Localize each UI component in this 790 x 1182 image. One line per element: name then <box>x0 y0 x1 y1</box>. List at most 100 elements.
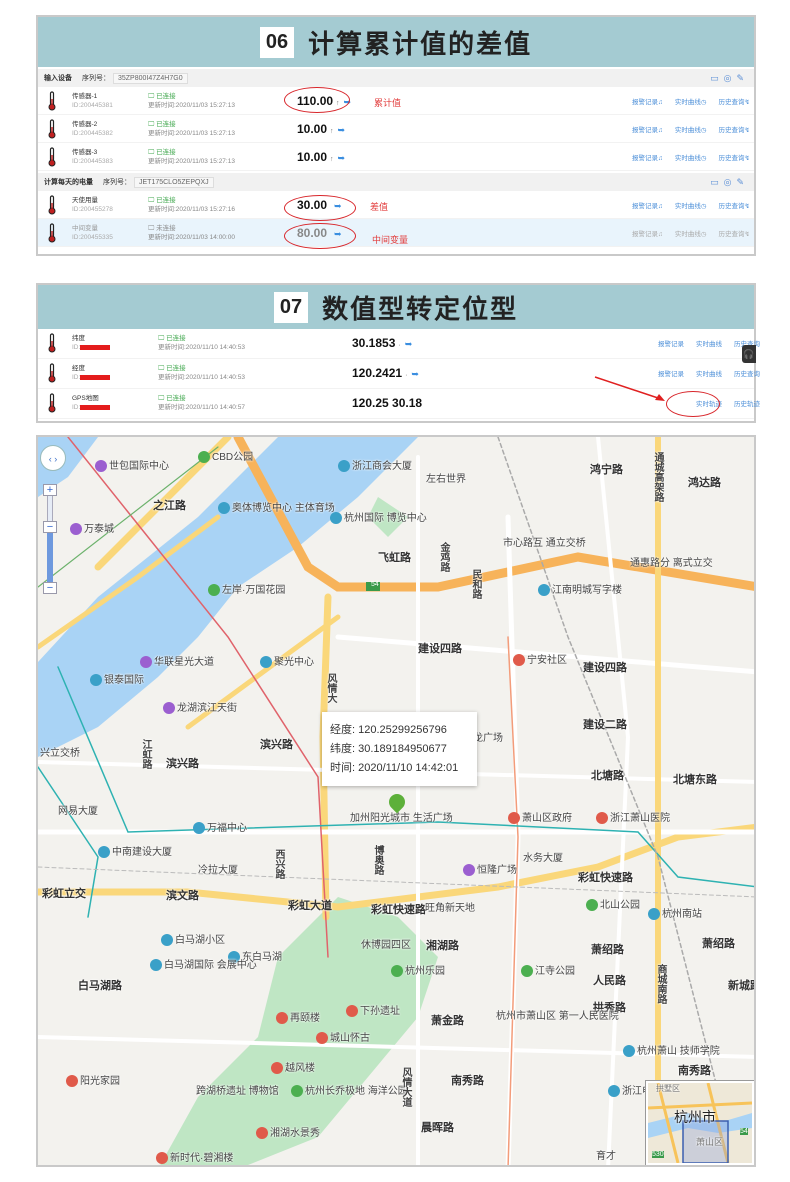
map-label[interactable]: 民和路 <box>468 569 483 599</box>
map-label[interactable]: 白马湖小区 <box>161 931 225 947</box>
map-label[interactable]: 阳光家园 <box>66 1072 120 1088</box>
alarm-record-link[interactable]: 报警记录♫ <box>632 200 663 210</box>
poi-marker-icon[interactable] <box>391 965 403 978</box>
map-label[interactable]: 加州阳光城市 生活广场 <box>350 809 453 824</box>
alarm-record-link[interactable]: 报警记录 <box>658 338 684 348</box>
zoom-out-button[interactable]: − <box>43 582 57 594</box>
map-label[interactable]: 休博园四区 <box>361 936 411 951</box>
poi-marker-icon[interactable] <box>198 451 210 464</box>
map-label[interactable]: 之江路 <box>153 497 186 513</box>
poi-marker-icon[interactable] <box>218 502 230 515</box>
map-label[interactable]: 新城路 <box>728 977 754 993</box>
map-label[interactable]: 江寺公园 <box>521 962 575 978</box>
map-label[interactable]: 白马湖路 <box>78 977 122 993</box>
map-label[interactable]: 水务大厦 <box>523 849 563 864</box>
map-label[interactable]: 彩虹快速路 <box>578 869 633 885</box>
map-label[interactable]: 南秀路 <box>451 1072 484 1088</box>
realtime-curve-link[interactable]: 实时曲线◷ <box>675 96 707 106</box>
map-label[interactable]: 商城南路 <box>653 964 668 1004</box>
poi-marker-icon[interactable] <box>521 965 533 978</box>
map-label[interactable]: 江南明城写字楼 <box>538 581 622 597</box>
poi-marker-icon[interactable] <box>150 959 162 972</box>
map-label[interactable]: 万泰城 <box>70 520 114 536</box>
poi-marker-icon[interactable] <box>271 1062 283 1075</box>
history-query-link[interactable]: 历史查询↯ <box>719 228 750 238</box>
alarm-record-link[interactable]: 报警记录♫ <box>632 124 663 134</box>
alarm-record-link[interactable]: 报警记录♫ <box>632 96 663 106</box>
map-label[interactable]: 华联星光大道 <box>140 653 214 669</box>
return-arrow-icon[interactable]: ➥ <box>411 369 419 379</box>
edit-icon[interactable]: ✎ <box>736 73 744 84</box>
poi-marker-icon[interactable] <box>70 523 82 536</box>
map-label[interactable]: 北塘东路 <box>673 771 717 787</box>
poi-marker-icon[interactable] <box>330 512 342 525</box>
map-label[interactable]: 建设二路 <box>583 716 627 732</box>
map-label[interactable]: 杭州南站 <box>648 905 702 921</box>
poi-marker-icon[interactable] <box>291 1085 303 1098</box>
map-label[interactable]: 奥体博览中心 主体育场 <box>218 499 335 515</box>
realtime-curve-link[interactable]: 实时曲线◷ <box>675 200 707 210</box>
history-query-link[interactable]: 历史查询↯ <box>719 200 750 210</box>
realtime-curve-link[interactable]: 实时曲线◷ <box>675 228 707 238</box>
map-label[interactable]: 杭州乐园 <box>391 962 445 978</box>
poi-marker-icon[interactable] <box>95 460 107 473</box>
map-label[interactable]: 新时代·碧湘楼 <box>156 1149 233 1165</box>
poi-marker-icon[interactable] <box>608 1085 620 1098</box>
map-label[interactable]: 金鸡路 <box>436 542 451 572</box>
sensor-row[interactable]: 传感器-3 ID:200445383 🖵 已连接 更新时间:2020/11/03 1… <box>38 143 754 171</box>
history-query-link[interactable]: 历史查询↯ <box>719 96 750 106</box>
map-label[interactable]: 杭州国际 博览中心 <box>330 509 427 525</box>
map-label[interactable]: 再颐楼 <box>276 1009 320 1025</box>
map-label[interactable]: 江虹路 <box>138 739 153 769</box>
map-label[interactable]: 通城高架路 <box>650 452 665 502</box>
map-label[interactable]: 冷拉大厦 <box>198 861 238 876</box>
map-label[interactable]: 博奥路 <box>370 845 385 875</box>
poi-marker-icon[interactable] <box>596 812 608 825</box>
map-label[interactable]: 龙湖滨江天街 <box>163 699 237 715</box>
map-label[interactable]: 浙江萧山医院 <box>596 809 670 825</box>
history-link[interactable]: 历史轨迹 <box>734 398 760 408</box>
map-label[interactable]: 世包国际中心 <box>95 457 169 473</box>
map-label[interactable]: 通惠路分 离式立交 <box>630 554 713 569</box>
map-label[interactable]: 北山公园 <box>586 896 640 912</box>
map-label[interactable]: 浙江商会大厦 <box>338 457 412 473</box>
map-label[interactable]: 龙广场 <box>473 729 503 744</box>
map-view[interactable]: 54 世包国际中心 CBD公园 浙江商会大厦 左右世界 鸿宁路 通城高架路 鸿达路 之江路 奥体… <box>36 435 756 1167</box>
map-label[interactable]: 人民路 <box>593 972 626 988</box>
zoom-control[interactable]: + − − <box>43 484 57 596</box>
poi-marker-icon[interactable] <box>260 656 272 669</box>
poi-marker-icon[interactable] <box>276 1012 288 1025</box>
storage-icon[interactable]: ▭ <box>710 73 719 84</box>
poi-marker-icon[interactable] <box>346 1005 358 1018</box>
poi-marker-icon[interactable] <box>513 654 525 667</box>
poi-marker-icon[interactable] <box>66 1075 78 1088</box>
map-label[interactable]: 鸿宁路 <box>590 461 623 477</box>
poi-marker-icon[interactable] <box>316 1032 328 1045</box>
poi-marker-icon[interactable] <box>586 899 598 912</box>
map-label[interactable]: CBD公园 <box>198 448 253 464</box>
history-link[interactable]: 历史查询 <box>734 368 760 378</box>
storage-icon[interactable]: ▭ <box>710 177 719 188</box>
map-label[interactable]: 银泰国际 <box>90 671 144 687</box>
pan-control[interactable]: ‹ › <box>40 445 66 471</box>
map-label[interactable]: 杭州市萧山区 第一人民医院 <box>496 1007 619 1022</box>
map-label[interactable]: 滨兴路 <box>260 736 293 752</box>
realtime-link[interactable]: 实时曲线 <box>696 338 722 348</box>
return-arrow-icon[interactable]: ➥ <box>405 339 413 349</box>
overview-minimap[interactable]: 拱墅区 杭州市 萧山区 54 530 <box>645 1080 754 1165</box>
map-label[interactable]: 风情大 <box>323 673 338 703</box>
map-label[interactable]: 下孙遗址 <box>346 1002 400 1018</box>
map-label[interactable]: 滨文路 <box>166 887 199 903</box>
map-label[interactable]: 萧山区政府 <box>508 809 572 825</box>
map-label[interactable]: 彩虹快速路 <box>371 901 426 917</box>
map-label[interactable]: 跨湖桥遗址 博物馆 <box>196 1082 279 1097</box>
poi-marker-icon[interactable] <box>256 1127 268 1140</box>
map-label[interactable]: 杭州萧山 技师学院 <box>623 1042 720 1058</box>
map-label[interactable]: 彩虹立交 <box>42 885 86 901</box>
map-label[interactable]: 越风楼 <box>271 1059 315 1075</box>
realtime-curve-link[interactable]: 实时曲线◷ <box>675 152 707 162</box>
map-label[interactable]: 聚光中心 <box>260 653 314 669</box>
poi-marker-icon[interactable] <box>90 674 102 687</box>
return-arrow-icon[interactable]: ➥ <box>338 153 346 163</box>
poi-marker-icon[interactable] <box>140 656 152 669</box>
